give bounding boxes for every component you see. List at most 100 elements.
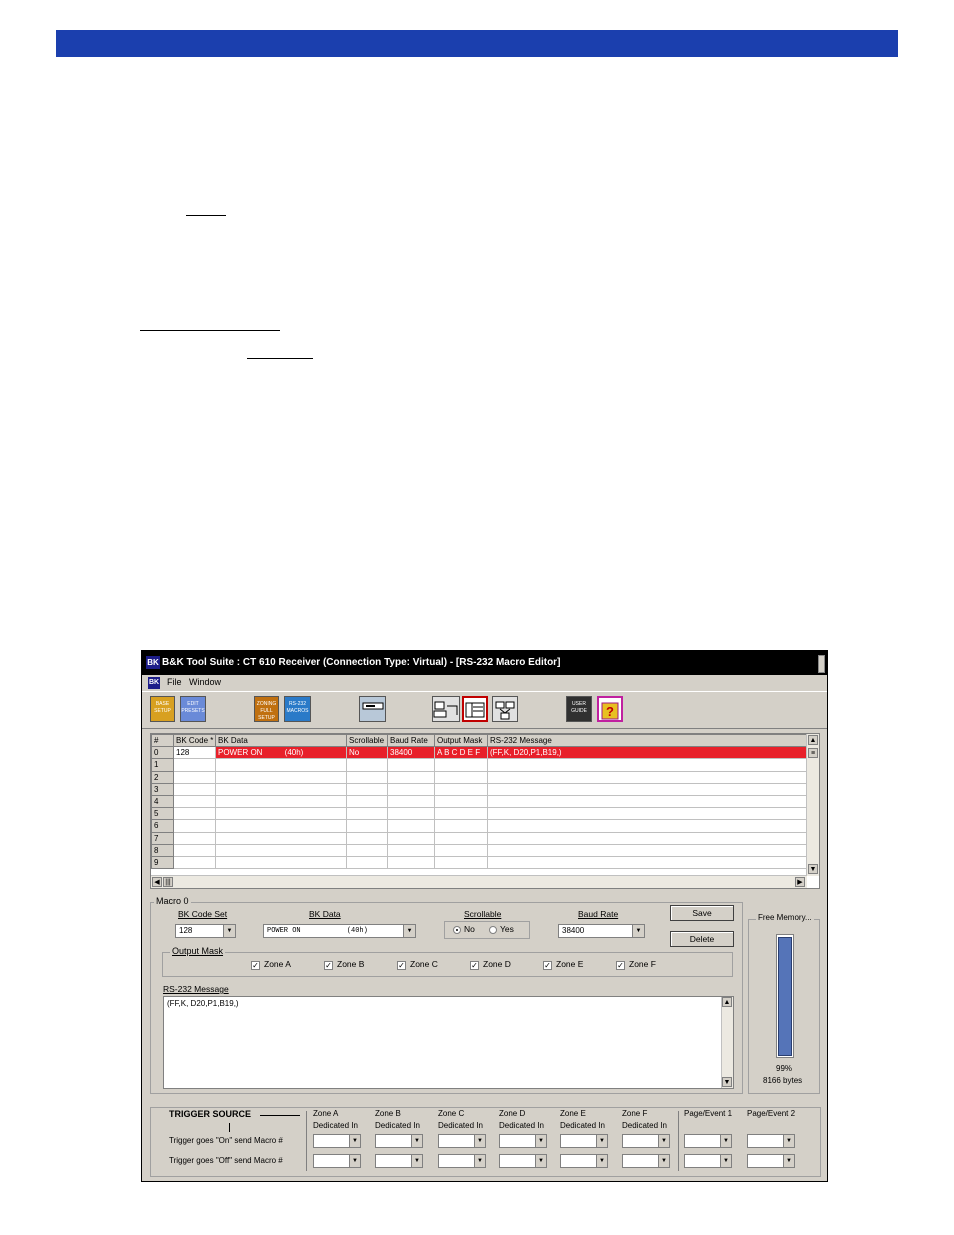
trigger-on-select[interactable]: ▼ — [747, 1134, 795, 1148]
table-cell[interactable] — [215, 843, 347, 857]
scrollable-yes-radio[interactable] — [489, 926, 497, 934]
table-row[interactable]: 7 — [151, 831, 807, 845]
table-cell[interactable]: No — [346, 746, 388, 760]
table-cell[interactable] — [346, 794, 388, 809]
chevron-down-icon[interactable]: ▼ — [720, 1155, 731, 1167]
table-cell[interactable] — [173, 782, 216, 796]
table-cell[interactable] — [173, 855, 216, 870]
scroll-up-icon[interactable]: ▲ — [722, 997, 732, 1007]
zoning-setup-button[interactable]: ZONING FULL SETUP — [254, 696, 279, 722]
table-cell[interactable] — [387, 782, 435, 796]
table-cell[interactable] — [387, 855, 435, 870]
bk-code-set-select[interactable]: 128 ▼ — [175, 924, 236, 938]
zone-checkbox[interactable]: ✓ — [251, 961, 260, 970]
network-connect-button[interactable] — [432, 696, 460, 722]
chevron-down-icon[interactable]: ▼ — [658, 1135, 669, 1147]
chevron-down-icon[interactable]: ▼ — [474, 1155, 485, 1167]
table-cell[interactable] — [487, 770, 807, 784]
user-guide-button[interactable]: USER GUIDE — [566, 696, 592, 722]
help-button[interactable]: ? — [597, 696, 623, 722]
table-cell[interactable] — [173, 843, 216, 857]
zone-checkbox[interactable]: ✓ — [543, 961, 552, 970]
table-cell[interactable] — [387, 758, 435, 772]
trigger-off-select[interactable]: ▼ — [560, 1154, 608, 1168]
chevron-down-icon[interactable]: ▼ — [411, 1135, 422, 1147]
table-cell[interactable] — [346, 843, 388, 857]
textarea-scrollbar[interactable]: ▲ ▼ — [721, 997, 733, 1088]
title-bar[interactable]: BK B&K Tool Suite : CT 610 Receiver (Con… — [142, 651, 827, 675]
chevron-down-icon[interactable]: ▼ — [403, 925, 415, 937]
bk-data-select[interactable]: POWER ON (40h) ▼ — [263, 924, 416, 938]
scroll-thumb[interactable]: ≡ — [808, 748, 818, 758]
table-cell[interactable] — [487, 819, 807, 833]
column-header[interactable]: RS-232 Message — [487, 734, 807, 748]
baud-rate-select[interactable]: 38400 ▼ — [558, 924, 645, 938]
table-cell[interactable]: POWER ON (40h) — [215, 746, 347, 760]
table-cell[interactable] — [346, 831, 388, 845]
chevron-down-icon[interactable]: ▼ — [783, 1135, 794, 1147]
menu-file[interactable]: File — [167, 677, 182, 687]
scroll-up-icon[interactable]: ▲ — [808, 735, 818, 745]
chevron-down-icon[interactable]: ▼ — [632, 925, 644, 937]
table-cell[interactable] — [215, 819, 347, 833]
table-cell[interactable] — [434, 770, 488, 784]
trigger-on-select[interactable]: ▼ — [499, 1134, 547, 1148]
table-cell[interactable] — [387, 819, 435, 833]
table-cell[interactable] — [387, 843, 435, 857]
grid-vertical-scrollbar[interactable]: ▲ ≡ ▼ — [806, 734, 819, 876]
table-cell[interactable] — [346, 855, 388, 870]
trigger-off-select[interactable]: ▼ — [499, 1154, 547, 1168]
upload-button[interactable] — [359, 696, 386, 722]
delete-button[interactable]: Delete — [670, 931, 734, 947]
table-cell[interactable] — [487, 794, 807, 809]
trigger-off-select[interactable]: ▼ — [438, 1154, 486, 1168]
document-logo-icon[interactable]: BK — [148, 677, 160, 689]
table-cell[interactable] — [215, 794, 347, 809]
table-row[interactable]: 3 — [151, 782, 807, 796]
table-row[interactable]: 9 — [151, 855, 807, 870]
trigger-on-select[interactable]: ▼ — [375, 1134, 423, 1148]
table-cell[interactable] — [434, 819, 488, 833]
chevron-down-icon[interactable]: ▼ — [411, 1155, 422, 1167]
edit-presets-button[interactable]: EDIT PRESETS — [180, 696, 206, 722]
trigger-on-select[interactable]: ▼ — [438, 1134, 486, 1148]
scroll-down-icon[interactable]: ▼ — [808, 864, 818, 874]
table-cell[interactable] — [434, 831, 488, 845]
column-header[interactable]: Output Mask — [434, 734, 488, 748]
scrollable-no-radio[interactable] — [453, 926, 461, 934]
table-cell[interactable] — [346, 819, 388, 833]
scroll-thumb[interactable]: ||| — [163, 877, 173, 887]
table-cell[interactable] — [434, 807, 488, 821]
table-cell[interactable] — [215, 807, 347, 821]
column-header[interactable]: Scrollable — [346, 734, 388, 748]
table-cell[interactable]: (FF,K, D20,P1,B19,) — [487, 746, 807, 760]
table-cell[interactable]: 38400 — [387, 746, 435, 760]
trigger-on-select[interactable]: ▼ — [560, 1134, 608, 1148]
table-cell[interactable] — [487, 831, 807, 845]
table-cell[interactable]: 128 — [173, 746, 216, 760]
chevron-down-icon[interactable]: ▼ — [535, 1135, 546, 1147]
table-cell[interactable] — [346, 782, 388, 796]
trigger-off-select[interactable]: ▼ — [375, 1154, 423, 1168]
table-cell[interactable] — [346, 770, 388, 784]
table-cell[interactable] — [173, 794, 216, 809]
column-header[interactable]: BK Data — [215, 734, 347, 748]
table-cell[interactable] — [434, 843, 488, 857]
trigger-on-select[interactable]: ▼ — [622, 1134, 670, 1148]
chevron-down-icon[interactable]: ▼ — [535, 1155, 546, 1167]
table-cell[interactable] — [487, 855, 807, 870]
table-cell[interactable] — [387, 794, 435, 809]
table-cell[interactable] — [434, 758, 488, 772]
table-cell[interactable] — [487, 843, 807, 857]
chevron-down-icon[interactable]: ▼ — [596, 1135, 607, 1147]
window-control-button[interactable] — [818, 655, 825, 673]
table-row[interactable]: 8 — [151, 843, 807, 857]
zone-checkbox[interactable]: ✓ — [324, 961, 333, 970]
table-cell[interactable] — [215, 770, 347, 784]
chevron-down-icon[interactable]: ▼ — [223, 925, 235, 937]
table-cell[interactable] — [346, 758, 388, 772]
table-cell[interactable] — [387, 831, 435, 845]
trigger-off-select[interactable]: ▼ — [747, 1154, 795, 1168]
table-row[interactable]: 4 — [151, 794, 807, 809]
chevron-down-icon[interactable]: ▼ — [474, 1135, 485, 1147]
